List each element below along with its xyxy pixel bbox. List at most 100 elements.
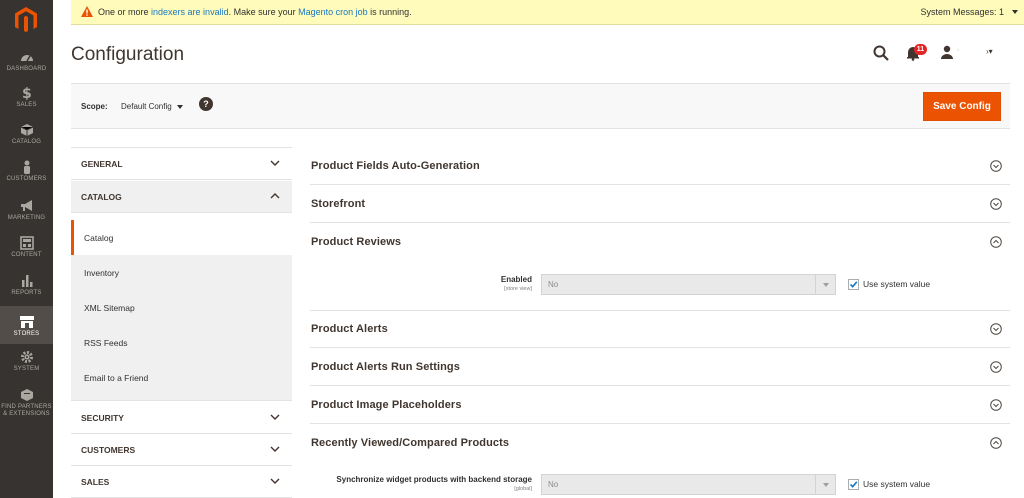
nav-item-reports[interactable]: REPORTS — [0, 274, 53, 300]
nav-label: FIND PARTNERS — [1, 404, 52, 410]
nav-item-sales[interactable]: $ SALES — [0, 86, 53, 112]
nav-label: SALES — [16, 102, 37, 108]
section-customers[interactable]: CUSTOMERS — [71, 434, 292, 466]
sidebar-item-rss-feeds[interactable]: RSS Feeds — [71, 325, 292, 360]
gear-icon — [20, 351, 33, 363]
nav-item-dashboard[interactable]: DASHBOARD — [0, 50, 53, 76]
group-storefront[interactable]: Storefront — [310, 185, 1010, 223]
nav-item-catalog[interactable]: CATALOG — [0, 123, 53, 149]
scope-label: Scope: — [81, 102, 108, 111]
expand-icon — [990, 198, 1002, 210]
field-scope: [store view] — [504, 286, 532, 292]
warning-icon — [81, 6, 93, 17]
sidebar-item-email-friend[interactable]: Email to a Friend — [71, 360, 292, 395]
nav-label: MARKETING — [7, 215, 46, 221]
section-security[interactable]: SECURITY — [71, 402, 292, 434]
layout-icon — [19, 236, 34, 250]
chevron-down-icon — [815, 475, 835, 494]
nav-item-customers[interactable]: CUSTOMERS — [0, 160, 53, 186]
nav-item-marketing[interactable]: MARKETING — [0, 199, 53, 225]
header-more-dropdown[interactable]: ›▾ — [986, 47, 993, 56]
use-system-value-checkbox[interactable] — [848, 279, 859, 290]
use-system-value-label: Use system value — [863, 279, 931, 289]
system-messages-counter[interactable]: System Messages: 1 — [920, 7, 1004, 17]
box-icon — [20, 389, 33, 401]
message-suffix: is running. — [367, 7, 412, 17]
store-icon — [19, 316, 34, 328]
use-system-value-checkbox[interactable] — [848, 479, 859, 490]
chevron-down-icon[interactable] — [1012, 10, 1018, 14]
save-config-button[interactable]: Save Config — [923, 92, 1001, 121]
group-title: Product Alerts Run Settings — [311, 361, 460, 373]
nav-label: & EXTENSIONS — [3, 411, 50, 417]
megaphone-icon — [20, 200, 32, 211]
group-title: Recently Viewed/Compared Products — [311, 437, 510, 449]
field-sync-widget: Synchronize widget products with backend… — [310, 474, 1010, 496]
nav-item-system[interactable]: SYSTEM — [0, 350, 53, 376]
group-title: Storefront — [311, 198, 366, 210]
scope-switcher[interactable]: Default Config — [121, 102, 172, 111]
scope-bar: Scope: Default Config ? Save Config — [71, 83, 1010, 129]
nav-label: CONTENT — [11, 252, 42, 258]
use-system-value-label: Use system value — [863, 479, 931, 489]
sidebar-item-catalog[interactable]: Catalog — [71, 220, 292, 255]
nav-label: CUSTOMERS — [6, 176, 47, 182]
search-icon[interactable] — [873, 45, 889, 61]
nav-item-stores[interactable]: STORES — [0, 306, 53, 344]
user-name[interactable]: · — [957, 47, 959, 54]
section-title: CATALOG — [81, 192, 122, 202]
section-title: CUSTOMERS — [81, 445, 136, 455]
cron-job-link[interactable]: Magento cron job — [298, 7, 368, 17]
collapse-icon — [990, 437, 1002, 449]
nav-item-find-partners[interactable]: FIND PARTNERS & EXTENSIONS — [0, 388, 53, 422]
group-product-reviews[interactable]: Product Reviews Enabled [store view] No … — [310, 223, 1010, 311]
section-sales[interactable]: SALES — [71, 466, 292, 498]
group-product-alerts[interactable]: Product Alerts — [310, 310, 1010, 348]
system-message-text: One or more indexers are invalid. Make s… — [98, 7, 412, 17]
group-title: Product Reviews — [311, 236, 402, 248]
sidebar-item-inventory[interactable]: Inventory — [71, 255, 292, 290]
help-icon[interactable]: ? — [199, 97, 213, 111]
reviews-enabled-select[interactable]: No — [541, 274, 836, 295]
nav-label: REPORTS — [11, 290, 42, 296]
group-recently-viewed-compared[interactable]: Recently Viewed/Compared Products Synchr… — [310, 424, 1010, 498]
user-icon[interactable] — [940, 45, 954, 59]
section-general[interactable]: GENERAL — [71, 148, 292, 180]
nav-item-content[interactable]: CONTENT — [0, 236, 53, 262]
sidebar-item-label: Inventory — [84, 268, 119, 278]
expand-icon — [990, 323, 1002, 335]
expand-icon — [990, 160, 1002, 172]
check-icon — [849, 481, 858, 488]
sidebar-item-xml-sitemap[interactable]: XML Sitemap — [71, 290, 292, 325]
admin-nav: DASHBOARD $ SALES CATALOG CUSTOMERS MARK… — [0, 0, 53, 498]
message-prefix: One or more — [98, 7, 152, 17]
catalog-subitems: Catalog Inventory XML Sitemap RSS Feeds … — [71, 220, 292, 401]
expand-icon — [990, 361, 1002, 373]
magento-logo[interactable] — [11, 6, 41, 32]
group-product-alerts-run-settings[interactable]: Product Alerts Run Settings — [310, 348, 1010, 386]
sidebar-item-label: Catalog — [84, 233, 114, 243]
group-title: Product Alerts — [311, 323, 388, 335]
sync-widget-select[interactable]: No — [541, 474, 836, 495]
group-product-image-placeholders[interactable]: Product Image Placeholders — [310, 386, 1010, 424]
section-title: SECURITY — [81, 413, 124, 423]
config-groups: Product Fields Auto-Generation Storefron… — [310, 147, 1010, 498]
sidebar-item-label: Email to a Friend — [84, 373, 149, 383]
nav-label: SYSTEM — [13, 366, 40, 372]
group-product-fields-auto-generation[interactable]: Product Fields Auto-Generation — [310, 147, 1010, 185]
section-catalog[interactable]: CATALOG — [71, 181, 292, 213]
field-reviews-enabled: Enabled [store view] No Use system value — [310, 274, 1010, 296]
cube-icon — [20, 124, 33, 136]
check-icon — [849, 281, 858, 288]
chevron-down-icon — [270, 160, 280, 166]
field-label: Synchronize widget products with backend… — [336, 475, 532, 484]
select-value: No — [548, 480, 559, 489]
chevron-down-icon[interactable] — [177, 105, 183, 109]
indexers-link[interactable]: indexers are invalid — [151, 7, 229, 17]
chevron-down-icon — [270, 414, 280, 420]
notification-badge[interactable]: 11 — [914, 44, 927, 55]
field-label: Enabled — [500, 275, 532, 284]
svg-text:$: $ — [22, 86, 32, 100]
nav-label: DASHBOARD — [6, 66, 47, 72]
chevron-down-icon — [270, 478, 280, 484]
